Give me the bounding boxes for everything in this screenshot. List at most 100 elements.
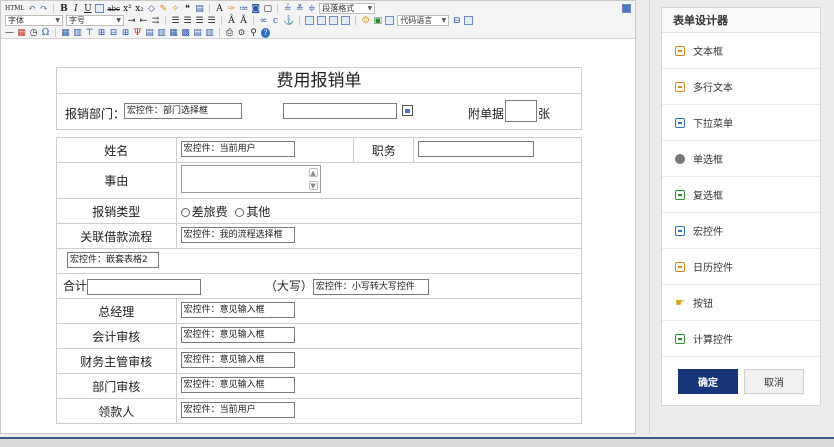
- preview-icon[interactable]: ⊙: [237, 28, 246, 38]
- font-size-select[interactable]: 字号 ▼: [66, 15, 124, 26]
- image-float-none-icon[interactable]: [305, 16, 315, 25]
- acct-opinion-control[interactable]: 宏控件：意见输入框: [180, 326, 295, 343]
- position-input[interactable]: [418, 140, 535, 157]
- paste-plain-icon[interactable]: ▤: [195, 4, 204, 14]
- lowercase-icon[interactable]: Ã: [239, 16, 248, 26]
- background-color-icon[interactable]: ✑: [227, 4, 236, 14]
- insert-paragraph-icon[interactable]: ⊤: [85, 28, 94, 38]
- auto-format-icon[interactable]: ✧: [171, 4, 180, 14]
- insert-table-icon[interactable]: ▦: [61, 28, 70, 38]
- radio-other[interactable]: [235, 207, 245, 217]
- align-right-icon[interactable]: ☰: [195, 16, 204, 26]
- image-float-left-icon[interactable]: [317, 16, 327, 25]
- line-height-icon[interactable]: ≑: [307, 4, 316, 14]
- subscript-icon[interactable]: x₂: [135, 4, 144, 14]
- strikethrough-icon[interactable]: abc: [107, 4, 120, 14]
- merge-cells-icon[interactable]: ▤: [145, 28, 154, 38]
- fin-opinion-control[interactable]: 宏控件：意见输入框: [180, 351, 295, 368]
- name-control[interactable]: 宏控件：当前用户: [180, 140, 295, 157]
- search-replace-icon[interactable]: ⚲: [249, 28, 258, 38]
- align-justify-icon[interactable]: ☰: [207, 16, 216, 26]
- total-input[interactable]: [87, 278, 202, 295]
- delete-row-icon[interactable]: ⊟: [109, 28, 118, 38]
- calendar-icon[interactable]: [402, 105, 413, 116]
- link-icon[interactable]: ∞: [259, 16, 268, 26]
- control-textarea[interactable]: 多行文本: [662, 69, 820, 105]
- image-icon[interactable]: ▣: [373, 16, 382, 26]
- insert-row-icon[interactable]: ⊞: [97, 28, 106, 38]
- template-icon[interactable]: [464, 16, 474, 25]
- unlink-icon[interactable]: ⅽ: [271, 16, 280, 26]
- superscript-icon[interactable]: x²: [123, 4, 132, 14]
- help-icon[interactable]: ?: [261, 27, 270, 38]
- control-dropdown[interactable]: 下拉菜单: [662, 105, 820, 141]
- scroll-down-icon[interactable]: ▼: [308, 181, 318, 190]
- format-brush-icon[interactable]: ✎: [159, 4, 168, 14]
- font-family-select[interactable]: 字体 ▼: [5, 15, 63, 26]
- receiver-control[interactable]: 宏控件：当前用户: [180, 401, 295, 418]
- insert-col-icon[interactable]: ⊞: [121, 28, 130, 38]
- row-spacing-top-icon[interactable]: ≟: [283, 4, 292, 14]
- merge-right-icon[interactable]: ▥: [157, 28, 166, 38]
- delete-col-icon[interactable]: Ψ: [133, 28, 142, 38]
- ordered-list-icon[interactable]: ≔: [239, 4, 248, 14]
- border-icon[interactable]: [95, 4, 105, 13]
- reason-textarea[interactable]: ▲ ▼: [180, 165, 321, 193]
- split-rows-icon[interactable]: ▤: [193, 28, 202, 38]
- uppercase-icon[interactable]: Â: [227, 16, 236, 26]
- gm-opinion-control[interactable]: 宏控件：意见输入框: [180, 301, 295, 318]
- undo-icon[interactable]: ↶: [27, 4, 36, 14]
- eraser-icon[interactable]: ◇: [147, 4, 156, 14]
- dept-review-opinion-control[interactable]: 宏控件：意见输入框: [180, 376, 295, 393]
- loan-control[interactable]: 宏控件：我的流程选择框: [180, 226, 295, 243]
- control-checkbox[interactable]: 复选框: [662, 177, 820, 213]
- control-textbox[interactable]: 文本框: [662, 33, 820, 69]
- page-break-icon[interactable]: ⊟: [452, 16, 461, 26]
- font-color-icon[interactable]: A: [215, 4, 224, 14]
- italic-icon[interactable]: I: [71, 4, 80, 14]
- dept-select-control[interactable]: 宏控件：部门选择框: [124, 103, 242, 119]
- anchor-icon[interactable]: ⚓: [283, 16, 294, 26]
- indent-icon[interactable]: ⇉: [151, 16, 160, 26]
- ltr-icon[interactable]: ⇥: [127, 16, 136, 26]
- scroll-up-icon[interactable]: ▲: [308, 168, 318, 177]
- underline-icon[interactable]: U: [83, 4, 92, 14]
- cancel-button[interactable]: 取消: [744, 368, 804, 394]
- special-char-icon[interactable]: Ω: [41, 28, 50, 38]
- image-float-right-icon[interactable]: [329, 16, 339, 25]
- control-button[interactable]: ☛ 按钮: [662, 285, 820, 321]
- radio-travel[interactable]: [180, 207, 190, 217]
- paragraph-format-select[interactable]: 段落格式 ▼: [319, 3, 376, 14]
- split-cells-icon[interactable]: ▩: [181, 28, 190, 38]
- time-icon[interactable]: ◷: [29, 28, 38, 38]
- row-spacing-bottom-icon[interactable]: ≚: [295, 4, 304, 14]
- date-input[interactable]: [283, 103, 397, 119]
- select-all-icon[interactable]: ◙: [251, 4, 260, 14]
- date-icon[interactable]: ▦: [17, 28, 26, 38]
- code-language-select[interactable]: 代码语言 ▼: [397, 15, 450, 26]
- html-source-button[interactable]: HTML: [5, 4, 24, 14]
- daxie-control[interactable]: 宏控件：小写转大写控件: [312, 278, 429, 295]
- nested-table-control[interactable]: 宏控件：嵌套表格2: [67, 251, 159, 268]
- horizontal-rule-icon[interactable]: —: [5, 28, 14, 38]
- control-macro[interactable]: 宏控件: [662, 213, 820, 249]
- attach-count-input[interactable]: [505, 100, 537, 122]
- align-center-icon[interactable]: ☰: [183, 16, 192, 26]
- ok-button[interactable]: 确定: [678, 368, 738, 394]
- control-radio[interactable]: 单选框: [662, 141, 820, 177]
- control-calendar[interactable]: 日历控件: [662, 249, 820, 285]
- code-icon[interactable]: [385, 16, 395, 25]
- split-cols-icon[interactable]: ▥: [205, 28, 214, 38]
- redo-icon[interactable]: ↷: [39, 4, 48, 14]
- control-calculator[interactable]: 计算控件: [662, 321, 820, 357]
- fullscreen-icon[interactable]: [622, 4, 631, 13]
- image-center-icon[interactable]: [341, 16, 351, 25]
- print-icon[interactable]: ⎙: [225, 28, 234, 38]
- bold-icon[interactable]: B: [59, 4, 68, 14]
- align-left-icon[interactable]: ☰: [171, 16, 180, 26]
- merge-down-icon[interactable]: ▦: [169, 28, 178, 38]
- rtl-icon[interactable]: ⇤: [139, 16, 148, 26]
- clear-doc-icon[interactable]: ▢: [263, 4, 273, 14]
- emotion-icon[interactable]: ☺: [361, 16, 370, 26]
- quote-icon[interactable]: ❝: [183, 4, 192, 14]
